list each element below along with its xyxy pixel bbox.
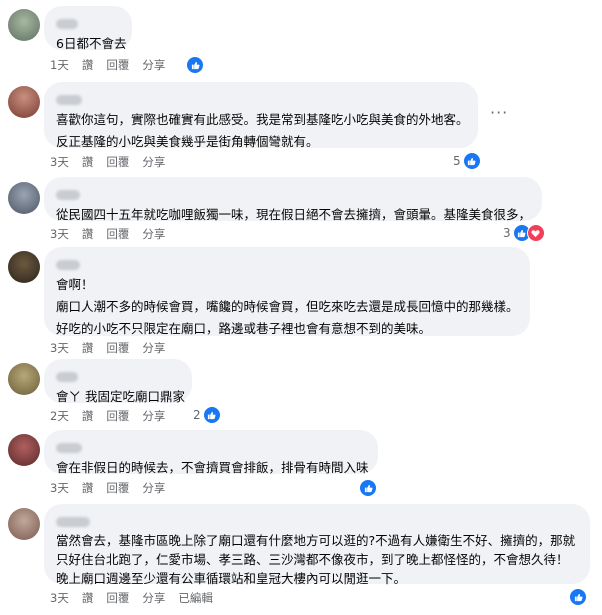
- reply-button[interactable]: 回覆: [106, 154, 129, 170]
- timestamp[interactable]: 1天: [50, 57, 69, 73]
- like-button[interactable]: 讚: [82, 480, 94, 496]
- comment-text: 6日都不會去: [56, 36, 127, 51]
- comment-text: 晚上廟口週邊至少還有公車循環站和皇冠大樓內可以閒逛一下。: [56, 571, 407, 586]
- share-button[interactable]: 分享: [142, 57, 165, 73]
- reaction-count: 2: [193, 408, 201, 422]
- timestamp[interactable]: 2天: [50, 408, 69, 424]
- comment-actions: 3天 讚 回覆 分享: [50, 340, 178, 356]
- like-button[interactable]: 讚: [82, 590, 94, 606]
- comment-text: 反正基隆的小吃與美食幾乎是街角轉個彎就有。: [56, 134, 319, 149]
- comment-text: 好吃的小吃不只限定在廟口，路邊或巷子裡也會有意想不到的美味。: [56, 321, 432, 336]
- reaction-summary[interactable]: [359, 479, 377, 497]
- share-button[interactable]: 分享: [142, 154, 165, 170]
- like-button[interactable]: 讚: [82, 226, 94, 242]
- comment-text: 當然會去，基隆市區晚上除了廟口還有什麼地方可以逛的?不過有人嫌衛生不好、擁擠的，…: [56, 533, 576, 548]
- share-button[interactable]: 分享: [142, 480, 165, 496]
- share-button[interactable]: 分享: [142, 590, 165, 606]
- avatar[interactable]: [8, 434, 40, 466]
- comment-bubble: 會在非假日的時候去，不會擠買會排飯，排骨有時間入味: [44, 430, 378, 475]
- reaction-count: 3: [503, 226, 511, 240]
- comment-text: 喜歡你這句，實際也確實有此感受。我是常到基隆吃小吃與美食的外地客。: [56, 112, 469, 127]
- avatar[interactable]: [8, 363, 40, 395]
- avatar[interactable]: [8, 86, 40, 118]
- like-button[interactable]: 讚: [82, 340, 94, 356]
- reply-button[interactable]: 回覆: [106, 480, 129, 496]
- comment-actions: 3天 讚 回覆 分享 已編輯: [50, 590, 226, 606]
- comment-text: 只好住台北跑了，仁愛市場、孝三路、三沙灣都不像夜市，到了晚上都怪怪的，不會想久待…: [56, 552, 569, 567]
- like-button[interactable]: 讚: [82, 408, 94, 424]
- reaction-summary[interactable]: 5: [453, 152, 481, 170]
- like-icon: [186, 56, 204, 74]
- timestamp[interactable]: 3天: [50, 340, 69, 356]
- like-button[interactable]: 讚: [82, 57, 94, 73]
- comment-actions: 3天 讚 回覆 分享: [50, 480, 178, 496]
- timestamp[interactable]: 3天: [50, 226, 69, 242]
- reply-button[interactable]: 回覆: [106, 590, 129, 606]
- comment-text: 從民國四十五年就吃咖哩飯獨一味，現在假日絕不會去擁擠，會頭暈。基隆美食很多，: [56, 207, 532, 222]
- reply-button[interactable]: 回覆: [106, 340, 129, 356]
- comment-text: 會ㄚ 我固定吃廟口鼎家: [56, 389, 185, 404]
- timestamp[interactable]: 3天: [50, 480, 69, 496]
- comment-bubble: 會啊！ 廟口人潮不多的時候會買，嘴饞的時候會買，但吃來吃去還是成長回憶中的那幾樣…: [44, 247, 530, 336]
- edited-label: 已編輯: [178, 591, 213, 605]
- avatar[interactable]: [8, 251, 40, 283]
- like-button[interactable]: 讚: [82, 154, 94, 170]
- reaction-summary[interactable]: [186, 56, 204, 74]
- like-icon: [462, 152, 481, 170]
- comment-actions: 1天 讚 回覆 分享: [50, 57, 178, 73]
- avatar[interactable]: [8, 182, 40, 214]
- share-button[interactable]: 分享: [142, 340, 165, 356]
- comment-text: 會啊！: [56, 277, 94, 292]
- author-name[interactable]: [56, 372, 78, 382]
- comment-bubble: 6日都不會去: [44, 6, 132, 51]
- author-name[interactable]: [56, 19, 78, 29]
- more-options-icon[interactable]: ···: [490, 103, 508, 122]
- comment-actions: 3天 讚 回覆 分享: [50, 226, 178, 242]
- share-button[interactable]: 分享: [142, 226, 165, 242]
- comment-bubble: 從民國四十五年就吃咖哩飯獨一味，現在假日絕不會去擁擠，會頭暈。基隆美食很多，: [44, 177, 542, 222]
- avatar[interactable]: [8, 9, 40, 41]
- reaction-summary[interactable]: 2: [193, 406, 221, 424]
- comment-bubble: 喜歡你這句，實際也確實有此感受。我是常到基隆吃小吃與美食的外地客。 反正基隆的小…: [44, 82, 478, 149]
- reaction-summary[interactable]: 3: [503, 224, 545, 242]
- comment-bubble: 會ㄚ 我固定吃廟口鼎家: [44, 359, 192, 404]
- reply-button[interactable]: 回覆: [106, 57, 129, 73]
- comment-actions: 2天 讚 回覆 分享: [50, 408, 178, 424]
- comment-text: 會在非假日的時候去，不會擠買會排飯，排骨有時間入味: [56, 460, 369, 475]
- author-name[interactable]: [56, 443, 82, 453]
- author-name[interactable]: [56, 95, 82, 105]
- timestamp[interactable]: 3天: [50, 590, 69, 606]
- like-icon: [359, 479, 377, 497]
- author-name[interactable]: [56, 190, 80, 200]
- reaction-summary[interactable]: [569, 588, 587, 606]
- share-button[interactable]: 分享: [142, 408, 165, 424]
- avatar[interactable]: [8, 508, 40, 540]
- reply-button[interactable]: 回覆: [106, 408, 129, 424]
- reply-button[interactable]: 回覆: [106, 226, 129, 242]
- heart-icon: [526, 224, 545, 242]
- author-name[interactable]: [56, 517, 90, 527]
- comment-actions: 3天 讚 回覆 分享: [50, 154, 178, 170]
- like-icon: [202, 406, 221, 424]
- timestamp[interactable]: 3天: [50, 154, 69, 170]
- like-icon: [569, 588, 587, 606]
- comment-bubble: 當然會去，基隆市區晚上除了廟口還有什麼地方可以逛的?不過有人嫌衛生不好、擁擠的，…: [44, 504, 590, 586]
- author-name[interactable]: [56, 260, 80, 270]
- comment-text: 廟口人潮不多的時候會買，嘴饞的時候會買，但吃來吃去還是成長回憶中的那幾樣。: [56, 299, 519, 314]
- reaction-count: 5: [453, 154, 461, 168]
